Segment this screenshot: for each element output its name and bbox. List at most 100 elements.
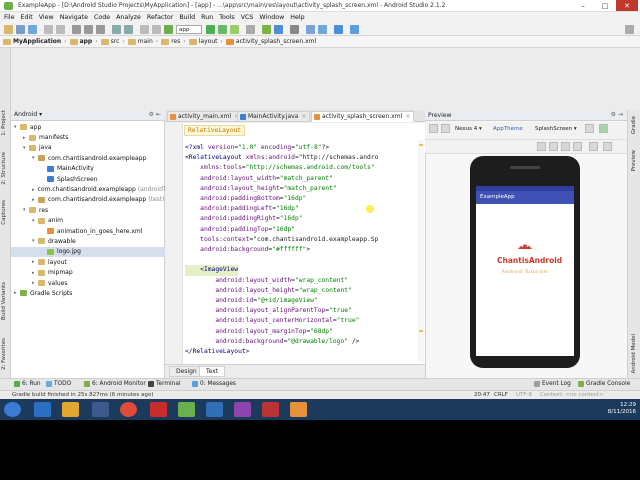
warning-marker[interactable] bbox=[419, 144, 423, 146]
tree-item[interactable]: ▸ com.chantisandroid.exampleapp (androidTe… bbox=[11, 184, 177, 194]
android-studio-taskbar-icon[interactable] bbox=[178, 402, 195, 417]
status-message[interactable]: Gradle build finished in 25s 827ms (6 mi… bbox=[12, 392, 153, 398]
open-folder-icon[interactable] bbox=[4, 25, 13, 34]
maximize-button[interactable]: □ bbox=[594, 0, 616, 11]
code-line[interactable]: android:id="@+id/imageView" bbox=[185, 296, 317, 306]
forward-icon[interactable] bbox=[152, 25, 161, 34]
tab-main-activity[interactable]: MainActivity.java × bbox=[237, 111, 311, 122]
line-separator[interactable]: CRLF bbox=[494, 392, 508, 398]
file-encoding[interactable]: UTF-8 bbox=[516, 392, 532, 398]
structure-tool-tab[interactable]: 2: Structure bbox=[1, 152, 7, 185]
code-line[interactable]: android:paddingLeft="16dp" bbox=[185, 204, 299, 214]
taskbar-clock[interactable]: 12:29 8/11/2016 bbox=[608, 402, 636, 416]
zoom-in-icon[interactable] bbox=[561, 142, 570, 151]
project-structure-icon[interactable] bbox=[290, 25, 299, 34]
avd-manager-icon[interactable] bbox=[262, 25, 271, 34]
caret-position[interactable]: 20:47 bbox=[474, 392, 490, 398]
video-editor-icon[interactable] bbox=[234, 402, 251, 417]
render-warning-icon[interactable] bbox=[603, 142, 612, 151]
menu-help[interactable]: Help bbox=[290, 14, 304, 21]
code-line[interactable]: android:background="@drawable/logo" /> bbox=[185, 337, 359, 347]
menu-refactor[interactable]: Refactor bbox=[147, 14, 173, 21]
tree-item[interactable]: ▸ layout bbox=[11, 257, 165, 267]
editor-scrollbar[interactable] bbox=[418, 140, 424, 362]
menu-tools[interactable]: Tools bbox=[219, 14, 235, 21]
menu-edit[interactable]: Edit bbox=[21, 14, 33, 21]
preview-tool-tab[interactable]: Preview bbox=[631, 150, 637, 171]
tree-item[interactable]: MainActivity bbox=[11, 164, 165, 174]
menu-analyze[interactable]: Analyze bbox=[116, 14, 141, 21]
zoom-actual-icon[interactable] bbox=[549, 142, 558, 151]
crumb-project[interactable]: MyApplication bbox=[3, 38, 61, 45]
tab-activity-main[interactable]: activity_main.xml× bbox=[167, 111, 244, 122]
zoom-out-icon[interactable] bbox=[573, 142, 582, 151]
gradle-console-tool-tab[interactable]: Gradle Console bbox=[578, 381, 630, 387]
todo-tool-tab[interactable]: TODO bbox=[46, 381, 71, 387]
zoom-fit-icon[interactable] bbox=[537, 142, 546, 151]
internet-explorer-icon[interactable] bbox=[34, 402, 51, 417]
project-tool-tab[interactable]: 1: Project bbox=[1, 110, 7, 136]
close-button[interactable]: ✕ bbox=[616, 0, 638, 11]
word-icon[interactable] bbox=[206, 402, 223, 417]
code-line[interactable]: <ImageView bbox=[185, 265, 239, 276]
minimize-button[interactable]: – bbox=[572, 0, 594, 11]
coverage-icon[interactable] bbox=[230, 25, 239, 34]
close-tab-icon[interactable]: × bbox=[301, 113, 306, 120]
tree-item[interactable]: ▸ values bbox=[11, 278, 165, 288]
find-icon[interactable] bbox=[112, 25, 121, 34]
expand-arrow-icon[interactable]: ▸ bbox=[32, 187, 35, 193]
file-explorer-icon[interactable] bbox=[62, 402, 79, 417]
android-version-icon[interactable] bbox=[599, 124, 608, 133]
redo-icon[interactable] bbox=[56, 25, 65, 34]
copy-icon[interactable] bbox=[84, 25, 93, 34]
gradle-tool-tab[interactable]: Gradle bbox=[631, 116, 637, 134]
tree-item[interactable]: animation_in_goes_here.xml bbox=[11, 226, 165, 236]
code-line[interactable]: android:paddingBottom="16dp" bbox=[185, 194, 306, 204]
code-line[interactable]: android:background="#ffffff"> bbox=[185, 245, 310, 255]
tree-item[interactable]: ▾ drawable bbox=[11, 236, 165, 246]
cut-icon[interactable] bbox=[72, 25, 81, 34]
search-everywhere-icon[interactable] bbox=[625, 25, 634, 34]
tree-item[interactable]: ▾ app bbox=[11, 122, 165, 132]
android-device-monitor-icon[interactable] bbox=[318, 25, 327, 34]
run-icon[interactable] bbox=[206, 25, 215, 34]
tree-item[interactable]: ▸ mipmap bbox=[11, 267, 165, 277]
tree-item[interactable]: ▸ Gradle Scripts bbox=[11, 288, 165, 298]
activity-selector[interactable]: SplashScreen ▾ bbox=[535, 126, 577, 132]
tree-item[interactable]: ▾ java bbox=[11, 143, 165, 153]
app-icon[interactable] bbox=[150, 402, 167, 417]
messages-tool-tab[interactable]: 0: Messages bbox=[192, 381, 236, 387]
media-player-icon[interactable] bbox=[92, 402, 109, 417]
android-monitor-tool-tab[interactable]: 6: Android Monitor bbox=[84, 381, 146, 387]
help-icon[interactable] bbox=[306, 25, 315, 34]
chrome-icon[interactable] bbox=[120, 402, 137, 417]
menu-window[interactable]: Window bbox=[259, 14, 284, 21]
menu-vcs[interactable]: VCS bbox=[241, 14, 254, 21]
tree-item[interactable]: ▾ res bbox=[11, 205, 165, 215]
menu-file[interactable]: File bbox=[4, 14, 15, 21]
tree-item[interactable]: logo.jpg bbox=[11, 246, 165, 258]
run-tool-tab[interactable]: 6: Run bbox=[14, 381, 41, 387]
panel-settings-icon[interactable]: ⚙ ⇤ bbox=[149, 111, 161, 118]
folder-app-icon[interactable] bbox=[290, 402, 307, 417]
android-model-tool-tab[interactable]: Android Model bbox=[631, 334, 637, 374]
device-selector[interactable]: Nexus 4 ▾ bbox=[455, 126, 482, 132]
theme-selector[interactable]: AppTheme bbox=[493, 126, 523, 132]
editor-context[interactable]: Context: <no context> bbox=[540, 392, 604, 398]
stop-icon[interactable] bbox=[246, 25, 255, 34]
paste-icon[interactable] bbox=[96, 25, 105, 34]
debug-icon[interactable] bbox=[218, 25, 227, 34]
refresh-icon[interactable] bbox=[589, 142, 598, 151]
build-variants-tool-tab[interactable]: Build Variants bbox=[1, 282, 7, 320]
menu-code[interactable]: Code bbox=[94, 14, 110, 21]
tree-item[interactable]: SplashScreen bbox=[11, 174, 165, 184]
save-icon[interactable] bbox=[16, 25, 25, 34]
tree-item[interactable]: ▸ com.chantisandroid.exampleapp (test) bbox=[11, 195, 165, 205]
undo-icon[interactable] bbox=[44, 25, 53, 34]
code-line[interactable]: android:layout_width="match_parent" bbox=[185, 174, 333, 184]
replace-icon[interactable] bbox=[124, 25, 133, 34]
code-line[interactable]: <RelativeLayout xmlns:android="http://sc… bbox=[185, 153, 378, 163]
orientation-icon[interactable] bbox=[441, 124, 450, 133]
crumb-main[interactable]: main bbox=[127, 38, 153, 45]
sdk-manager-icon[interactable] bbox=[274, 25, 283, 34]
